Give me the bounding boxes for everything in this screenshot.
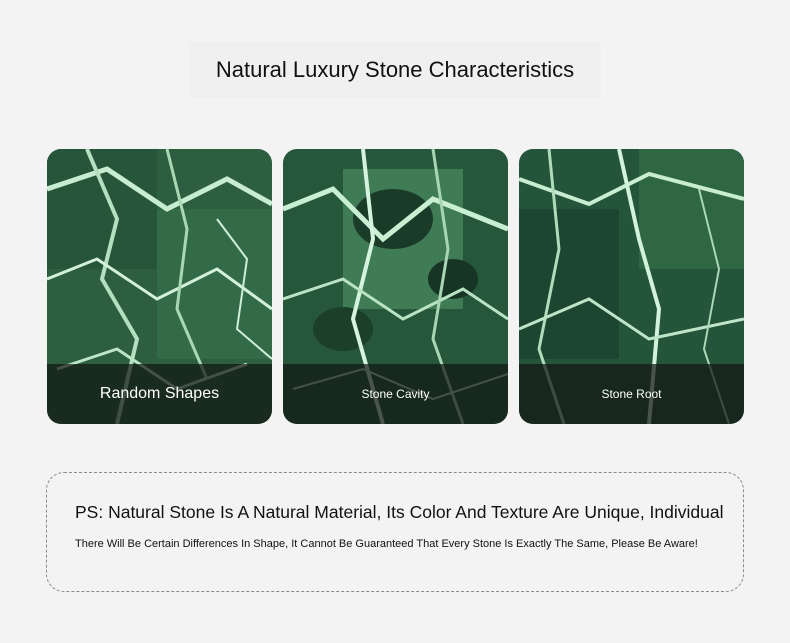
- card-caption: Stone Root: [519, 364, 744, 424]
- notice-box: [46, 472, 744, 592]
- card-caption: Stone Cavity: [283, 364, 508, 424]
- notice-headline: PS: Natural Stone Is A Natural Material,…: [75, 502, 724, 522]
- card-label: Stone Root: [601, 387, 662, 401]
- heading-box: Natural Luxury Stone Characteristics: [189, 42, 601, 98]
- stone-card-stone-cavity: Stone Cavity: [283, 149, 508, 424]
- notice-detail: There Will Be Certain Differences In Sha…: [75, 538, 698, 550]
- stone-card-stone-root: Stone Root: [519, 149, 744, 424]
- page-title: Natural Luxury Stone Characteristics: [215, 57, 575, 82]
- card-label: Stone Cavity: [361, 387, 430, 401]
- card-label: Random Shapes: [99, 385, 220, 402]
- stone-card-random-shapes: Random Shapes: [47, 149, 272, 424]
- card-caption: Random Shapes: [47, 364, 272, 424]
